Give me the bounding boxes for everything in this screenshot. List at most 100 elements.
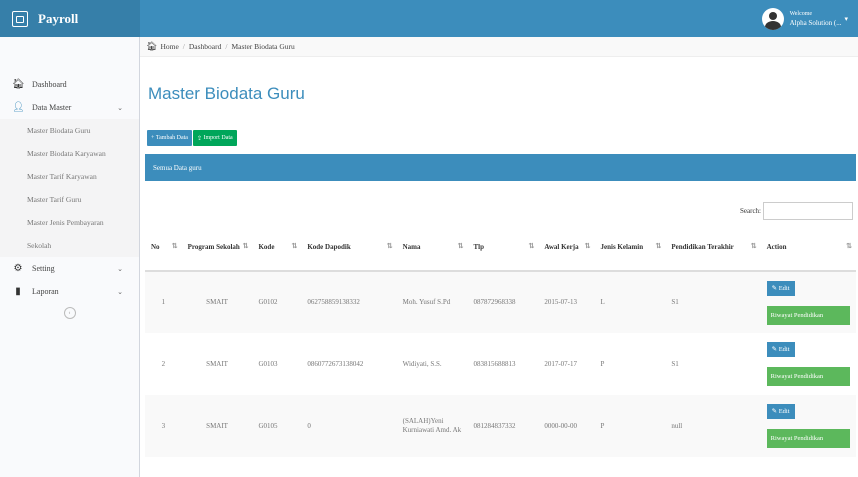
chevron-down-icon: ⌄ <box>117 287 123 296</box>
sidebar: 🏠︎ Dashboard 👤︎ Data Master ⌄ Master Bio… <box>0 37 140 477</box>
riwayat-pendidikan-button[interactable]: Riwayat Pendidikan <box>766 367 850 386</box>
book-icon: ▮ <box>15 286 21 297</box>
column-header[interactable]: Action ⇅ <box>760 224 856 272</box>
column-header[interactable]: Kode ⇅ <box>252 224 302 272</box>
table-cell: L <box>594 271 666 333</box>
sidebar-item-setting[interactable]: ⚙ Setting ⌄ <box>0 257 139 280</box>
sort-icon: ⇅ <box>386 242 393 250</box>
sidebar-item-label: Setting <box>32 264 55 273</box>
sort-icon: ⇅ <box>655 242 662 250</box>
edit-button[interactable]: ✎ Edit <box>766 342 795 357</box>
riwayat-pendidikan-button[interactable]: Riwayat Pendidikan <box>766 305 850 325</box>
sort-icon: ⇅ <box>171 242 178 250</box>
table-cell: (SALAH)Yeni Kurniawati Amd. Ak <box>396 395 468 457</box>
table-cell: P <box>600 359 605 368</box>
search: Search: <box>740 202 853 220</box>
sort-icon: ⇅ <box>584 242 591 250</box>
caret-down-icon: ▾ <box>844 14 848 23</box>
table-cell: 2017-07-17 <box>544 359 577 368</box>
table-cell: G0103 <box>258 359 278 368</box>
chevron-left-icon: ‹ <box>63 307 76 319</box>
sort-icon: ⇅ <box>846 242 852 250</box>
sidebar-subitem[interactable]: Master Tarif Karyawan <box>0 165 139 188</box>
table-cell: Moh. Yusuf S.Pd <box>396 271 468 333</box>
column-header[interactable]: Pendidikan Terakhir ⇅ <box>665 224 761 272</box>
edit-icon: ✎ <box>771 408 778 415</box>
import-data-button[interactable]: ⇪ Import Data <box>192 130 237 146</box>
table-cell: G0102 <box>252 271 302 333</box>
column-header[interactable]: Tlp ⇅ <box>467 224 539 272</box>
sidebar-subitem[interactable]: Sekolah <box>0 234 139 257</box>
table-cell: SMAIT <box>181 395 253 457</box>
sort-icon: ⇅ <box>457 242 464 250</box>
user-menu[interactable]: Welcome Alpha Solution (... ▾ <box>761 7 848 30</box>
sort-icon: ⇅ <box>528 242 535 250</box>
user-icon: 👤︎ <box>12 102 25 113</box>
breadcrumb: 🏠︎ Home / Dashboard / Master Biodata Gur… <box>140 37 858 57</box>
avatar-icon <box>761 7 784 30</box>
table-cell: 2 <box>161 359 166 368</box>
app-title: Payroll <box>38 10 79 26</box>
column-header[interactable]: Awal Kerja ⇅ <box>538 224 595 272</box>
sidebar-item-label: Dashboard <box>32 80 67 89</box>
table-cell: 0860772673138042 <box>307 359 364 368</box>
sidebar-subitem[interactable]: Master Jenis Pembayaran <box>0 211 139 234</box>
user-name: Alpha Solution (... <box>789 18 842 27</box>
top-navbar: Payroll Welcome Alpha Solution (... ▾ <box>0 0 858 37</box>
table-cell: Widiyati, S.S. <box>402 359 442 368</box>
sort-icon: ⇅ <box>242 242 249 250</box>
edit-button[interactable]: ✎ Edit <box>766 280 795 296</box>
table-cell: S1 <box>671 359 679 368</box>
home-icon: 🏠︎ <box>12 79 25 90</box>
column-header[interactable]: Kode Dapodik ⇅ <box>301 224 397 272</box>
home-icon: 🏠︎ <box>146 41 158 51</box>
table-cell: G0105 <box>252 395 302 457</box>
sort-icon: ⇅ <box>291 242 298 250</box>
sidebar-item-label: Data Master <box>32 103 72 112</box>
logo-icon <box>12 10 28 27</box>
table-cell: 1 <box>145 271 182 333</box>
column-header[interactable]: Nama ⇅ <box>396 224 468 272</box>
action-cell: ✎ Edit Riwayat Pendidikan <box>760 395 856 457</box>
sidebar-subitem[interactable]: Master Biodata Guru <box>0 119 139 142</box>
table-row: 1 SMAIT G0102 062758859138332 Moh. Yusuf S.P… <box>145 271 856 333</box>
table-cell: 0 <box>301 395 397 457</box>
brand[interactable]: Payroll <box>0 0 140 37</box>
column-header[interactable]: Program Sekolah ⇅ <box>181 224 253 272</box>
action-cell: ✎ Edit Riwayat Pendidikan <box>760 271 856 333</box>
table-cell: 062758859138332 <box>301 271 397 333</box>
sidebar-item-label: Laporan <box>32 287 59 296</box>
content-area: 🏠︎ Home / Dashboard / Master Biodata Gur… <box>140 37 858 477</box>
table-cell: 083815688813 <box>473 359 516 368</box>
user-greeting: Welcome <box>789 10 813 17</box>
edit-icon: ✎ <box>771 284 778 292</box>
table-cell: null <box>665 395 761 457</box>
table-cell: 3 <box>145 395 182 457</box>
table-cell: SMAIT <box>206 359 228 368</box>
breadcrumb-home[interactable]: Home <box>160 42 178 51</box>
data-table: No ⇅ Program Sekolah ⇅ Kode ⇅ Kode Dapodik ⇅ Nam… <box>145 224 856 457</box>
edit-icon: ✎ <box>771 346 778 353</box>
column-header[interactable]: No ⇅ <box>145 224 182 272</box>
page-title: Master Biodata Guru <box>148 84 305 103</box>
table-cell: 0000-00-00 <box>538 395 595 457</box>
riwayat-pendidikan-button[interactable]: Riwayat Pendidikan <box>766 429 850 448</box>
gear-icon: ⚙ <box>13 263 23 274</box>
add-data-button[interactable]: + Tambah Data <box>147 130 192 146</box>
breadcrumb-current: Master Biodata Guru <box>231 42 295 51</box>
edit-button[interactable]: ✎ Edit <box>766 404 795 419</box>
table-row: 2 SMAIT G0103 0860772673138042 Widiyati, S.S… <box>145 333 856 395</box>
breadcrumb-dashboard[interactable]: Dashboard <box>189 42 222 51</box>
column-header[interactable]: Jenis Kelamin ⇅ <box>594 224 666 272</box>
chevron-down-icon: ⌄ <box>117 264 123 273</box>
sidebar-item-data-master[interactable]: 👤︎ Data Master ⌄ <box>0 96 139 119</box>
sidebar-toggle[interactable]: ‹ <box>0 307 139 319</box>
sidebar-subitem[interactable]: Master Biodata Karyawan <box>0 142 139 165</box>
sidebar-item-dashboard[interactable]: 🏠︎ Dashboard <box>0 73 139 96</box>
sidebar-subitem[interactable]: Master Tarif Guru <box>0 188 139 211</box>
search-input[interactable] <box>763 202 853 220</box>
search-label: Search: <box>740 207 761 215</box>
action-cell: ✎ Edit Riwayat Pendidikan <box>761 333 856 395</box>
sidebar-item-laporan[interactable]: ▮ Laporan ⌄ <box>0 280 139 303</box>
box-header: Semua Data guru <box>145 154 856 181</box>
